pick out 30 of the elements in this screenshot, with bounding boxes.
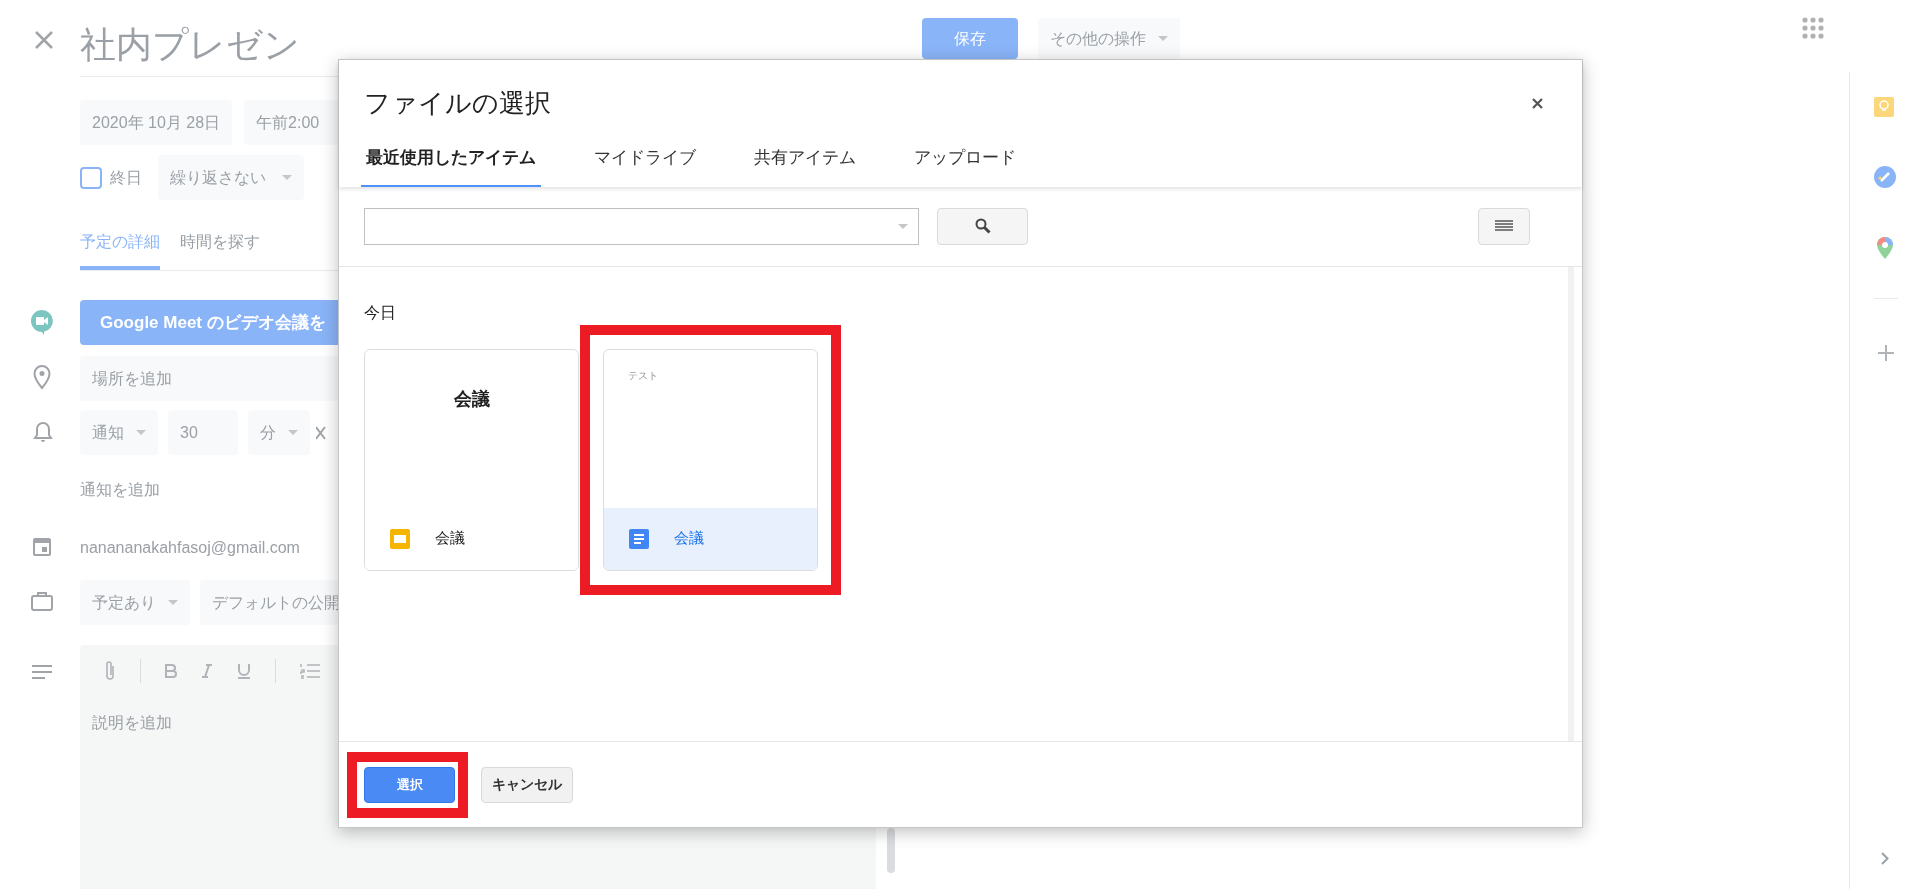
- dialog-tab[interactable]: マイドライブ: [589, 145, 701, 187]
- file-name: 会議: [674, 528, 704, 549]
- calendar-account[interactable]: nanananakahfasoj@gmail.com: [80, 536, 300, 560]
- document-thumbnail-text: テスト: [628, 368, 658, 383]
- editor-tab[interactable]: 予定の詳細: [80, 230, 160, 270]
- notification-unit-dropdown[interactable]: 分: [248, 410, 310, 455]
- dialog-tab[interactable]: アップロード: [909, 145, 1021, 187]
- cancel-button[interactable]: キャンセル: [481, 766, 573, 803]
- repeat-dropdown[interactable]: 繰り返さない: [158, 155, 304, 200]
- save-button[interactable]: 保存: [922, 18, 1018, 59]
- add-notification-link[interactable]: 通知を追加: [80, 478, 160, 502]
- dialog-title: ファイルの選択: [364, 87, 551, 120]
- file-name: 会議: [435, 528, 465, 549]
- availability-dropdown[interactable]: 予定あり: [80, 580, 190, 625]
- date-field[interactable]: 2020年 10月 28日: [80, 100, 233, 145]
- file-card[interactable]: テスト 会議: [603, 348, 818, 571]
- slide-thumbnail-title: 会議: [452, 387, 491, 411]
- event-title[interactable]: 社内プレゼン: [80, 24, 300, 65]
- editor-tab[interactable]: 時間を探す: [180, 230, 260, 270]
- file-card[interactable]: 会議 会議: [364, 348, 579, 571]
- more-actions-button[interactable]: その他の操作: [1038, 18, 1180, 59]
- notification-time-field[interactable]: 30: [168, 410, 238, 455]
- location-field[interactable]: 場所を追加: [80, 356, 340, 401]
- select-button[interactable]: 選択: [364, 766, 455, 803]
- notification-type-dropdown[interactable]: 通知: [80, 410, 158, 455]
- dialog-tab[interactable]: 共有アイテム: [749, 145, 861, 187]
- all-day-label: 終日: [110, 167, 142, 188]
- dialog-tab[interactable]: 最近使用したアイテム: [361, 145, 541, 187]
- description-placeholder: 説明を追加: [91, 713, 173, 733]
- section-heading: 今日: [364, 302, 397, 323]
